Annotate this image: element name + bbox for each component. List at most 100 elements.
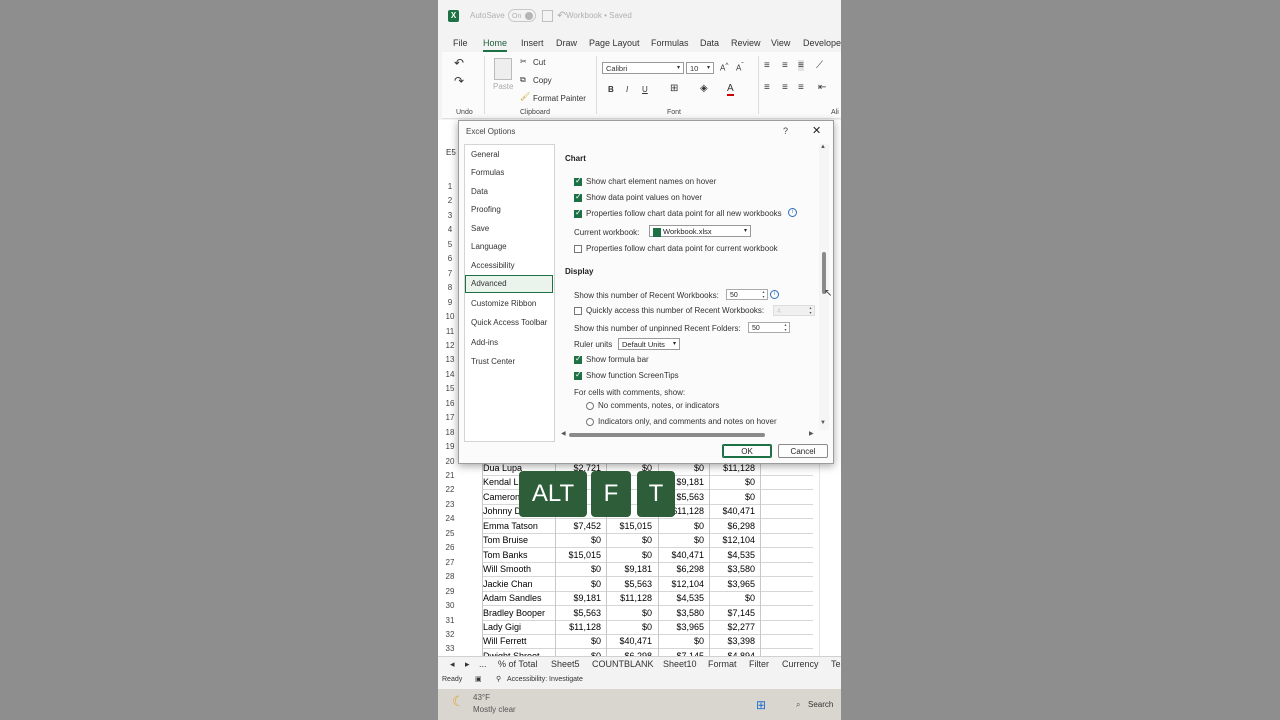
- value-cell[interactable]: $0: [659, 636, 704, 646]
- scroll-down-icon[interactable]: ▼: [820, 420, 826, 426]
- element-names-checkbox[interactable]: [574, 176, 582, 186]
- autosave-toggle[interactable]: On: [508, 9, 536, 22]
- row-header[interactable]: 32: [438, 630, 462, 639]
- value-cell[interactable]: $6,298: [659, 564, 704, 574]
- nav-proofing[interactable]: Proofing: [471, 205, 501, 214]
- value-cell[interactable]: $4,535: [710, 550, 755, 560]
- value-cell[interactable]: $0: [607, 622, 652, 632]
- nav-add-ins[interactable]: Add-ins: [471, 338, 498, 347]
- recent-workbooks-spinner[interactable]: 50: [726, 289, 768, 300]
- value-cell[interactable]: $3,965: [659, 622, 704, 632]
- value-cell[interactable]: $0: [607, 550, 652, 560]
- align-left-icon[interactable]: ≡: [764, 82, 770, 93]
- sheet-tab-countblank[interactable]: COUNTBLANK: [592, 659, 654, 669]
- value-cell[interactable]: $11,128: [607, 593, 652, 603]
- scroll-up-icon[interactable]: ▲: [820, 144, 826, 150]
- nav-customize-ribbon[interactable]: Customize Ribbon: [471, 299, 536, 308]
- font-name-dropdown[interactable]: Calibri ▾: [602, 62, 684, 74]
- tab-review[interactable]: Review: [731, 38, 761, 48]
- row-header[interactable]: 33: [438, 644, 462, 653]
- save-icon[interactable]: [542, 10, 553, 22]
- nav-accessibility[interactable]: Accessibility: [471, 261, 515, 270]
- value-cell[interactable]: $0: [710, 593, 755, 603]
- nav-language[interactable]: Language: [471, 242, 507, 251]
- undo-quick-icon[interactable]: ↶: [557, 9, 566, 22]
- align-right-icon[interactable]: ≡: [798, 82, 804, 93]
- nav-general[interactable]: General: [471, 150, 499, 159]
- row-header[interactable]: 24: [438, 514, 462, 523]
- italic-button[interactable]: I: [626, 85, 628, 94]
- macro-record-icon[interactable]: ▣: [475, 675, 482, 683]
- orientation-icon[interactable]: ⟋: [816, 60, 823, 71]
- sheet-tab-percent-of-total[interactable]: % of Total: [498, 659, 537, 669]
- options-horizontal-scrollbar[interactable]: ◀ ▶: [561, 431, 819, 439]
- properties-current-checkbox[interactable]: [574, 245, 582, 253]
- indent-icon[interactable]: ⇤: [818, 82, 826, 93]
- value-cell[interactable]: $7,145: [710, 608, 755, 618]
- row-header[interactable]: 28: [438, 572, 462, 581]
- value-cell[interactable]: $5,563: [556, 608, 601, 618]
- sheet-tab-currency[interactable]: Currency: [782, 659, 819, 669]
- cut-button[interactable]: Cut: [533, 58, 545, 67]
- close-button[interactable]: ✕: [812, 124, 821, 137]
- align-middle-icon[interactable]: ≡: [782, 60, 788, 71]
- row-header[interactable]: 29: [438, 587, 462, 596]
- underline-button[interactable]: U: [642, 85, 648, 94]
- value-cell[interactable]: $9,181: [607, 564, 652, 574]
- taskbar-search[interactable]: Search: [808, 700, 833, 709]
- value-cell[interactable]: $2,277: [710, 622, 755, 632]
- align-top-icon[interactable]: ≡: [764, 60, 770, 71]
- tab-page-layout[interactable]: Page Layout: [589, 38, 640, 48]
- borders-icon[interactable]: ⊞: [670, 83, 678, 94]
- name-cell[interactable]: Will Smooth: [483, 564, 553, 574]
- row-header[interactable]: 31: [438, 616, 462, 625]
- format-painter-icon[interactable]: 🖌: [520, 92, 530, 101]
- copy-button[interactable]: Copy: [533, 76, 552, 85]
- value-cell[interactable]: $0: [710, 492, 755, 502]
- value-cell[interactable]: $12,104: [659, 579, 704, 589]
- value-cell[interactable]: $3,965: [710, 579, 755, 589]
- value-cell[interactable]: $11,128: [710, 463, 755, 473]
- name-cell[interactable]: Lady Gigi: [483, 622, 553, 632]
- value-cell[interactable]: $0: [607, 608, 652, 618]
- fill-color-icon[interactable]: ◈: [700, 83, 708, 94]
- value-cell[interactable]: $0: [607, 535, 652, 545]
- tab-file[interactable]: File: [453, 38, 468, 48]
- sheet-tab-more[interactable]: ...: [479, 659, 487, 669]
- paste-label[interactable]: Paste: [493, 82, 513, 91]
- current-workbook-dropdown[interactable]: Workbook.xlsx ▾: [649, 225, 751, 237]
- name-cell[interactable]: Adam Sandles: [483, 593, 553, 603]
- nav-save[interactable]: Save: [471, 224, 489, 233]
- help-button[interactable]: ?: [783, 126, 788, 136]
- name-cell[interactable]: Jackie Chan: [483, 579, 553, 589]
- value-cell[interactable]: $0: [556, 636, 601, 646]
- properties-all-checkbox[interactable]: [574, 208, 582, 218]
- tab-developer[interactable]: Develope: [803, 38, 841, 48]
- value-cell[interactable]: $3,580: [710, 564, 755, 574]
- tab-home[interactable]: Home: [483, 38, 508, 52]
- row-header[interactable]: 25: [438, 529, 462, 538]
- align-center-icon[interactable]: ≡: [782, 82, 788, 93]
- nav-advanced[interactable]: Advanced: [471, 279, 507, 288]
- search-icon[interactable]: ⌕: [796, 700, 800, 710]
- tab-data[interactable]: Data: [700, 38, 719, 48]
- font-color-icon[interactable]: A: [727, 83, 734, 96]
- value-cell[interactable]: $15,015: [607, 521, 652, 531]
- accessibility-icon[interactable]: ⚲: [496, 675, 501, 683]
- value-cell[interactable]: $0: [710, 477, 755, 487]
- recent-workbooks-info-icon[interactable]: i: [770, 290, 779, 299]
- value-cell[interactable]: $11,128: [556, 622, 601, 632]
- accessibility-status[interactable]: Accessibility: Investigate: [507, 676, 583, 683]
- windows-start-icon[interactable]: ⊞: [756, 698, 766, 712]
- sheet-tab-format[interactable]: Format: [708, 659, 737, 669]
- shrink-font-icon[interactable]: Aˇ: [736, 62, 744, 73]
- info-icon[interactable]: i: [788, 208, 797, 217]
- undo-icon[interactable]: ↶: [454, 56, 464, 70]
- sheet-tab-te[interactable]: Te: [831, 659, 841, 669]
- scroll-left-icon[interactable]: ◀: [561, 430, 566, 437]
- scroll-right-icon[interactable]: ▶: [809, 430, 814, 437]
- prev-sheet-icon[interactable]: ◂: [450, 659, 455, 670]
- next-sheet-icon[interactable]: ▸: [465, 659, 470, 670]
- value-cell[interactable]: $5,563: [607, 579, 652, 589]
- weather-desc[interactable]: Mostly clear: [473, 705, 516, 714]
